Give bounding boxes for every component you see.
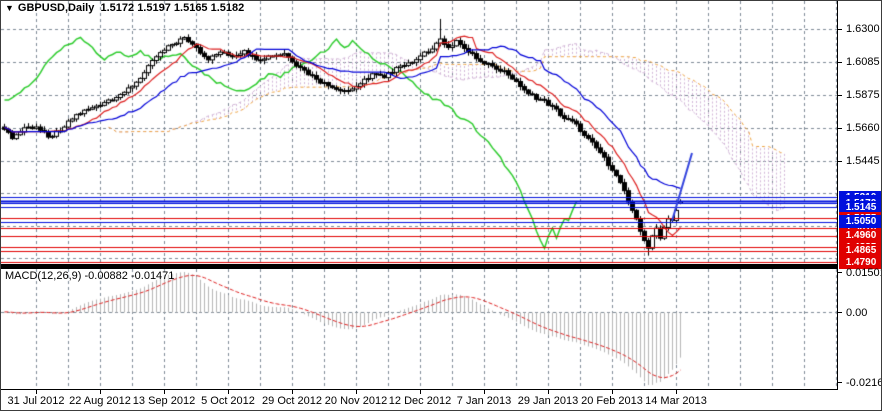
date-axis-tickmark xyxy=(292,390,293,394)
macd-main-value: -0.00882 xyxy=(84,270,127,282)
date-axis-tickmark xyxy=(484,390,485,394)
low-value: 1.5165 xyxy=(174,2,208,14)
chart-window: ▼ GBPUSD,Daily 1.5172 1.5197 1.5165 1.518… xyxy=(0,0,882,411)
symbol-name: GBPUSD,Daily xyxy=(18,2,94,14)
date-label: 29 Oct 2012 xyxy=(262,395,322,407)
open-value: 1.5172 xyxy=(100,2,134,14)
macd-signal-value: -0.01471 xyxy=(131,270,174,282)
price-level-badge: 1.5050 xyxy=(839,215,882,228)
high-value: 1.5197 xyxy=(137,2,171,14)
macd-axis-tickmark xyxy=(838,382,842,383)
macd-axis-tickmark xyxy=(838,312,842,313)
price-tick-label: 1.5445 xyxy=(846,155,880,167)
panel-splitter[interactable] xyxy=(1,264,837,269)
date-axis-tickmark xyxy=(676,390,677,394)
date-axis[interactable]: 31 Jul 2012 22 Aug 201213 Sep 2012 5 Oct 2… xyxy=(1,389,837,411)
macd-indicator-canvas[interactable] xyxy=(1,269,837,389)
price-tick-label: 1.5660 xyxy=(846,122,880,134)
price-axis-tickmark xyxy=(838,161,842,162)
date-label: 20 Feb 2013 xyxy=(581,395,643,407)
macd-label: MACD(12,26,9) -0.00882 -0.01471 xyxy=(5,270,174,282)
date-label: 31 Jul 2012 xyxy=(8,395,65,407)
price-axis-tickmark xyxy=(838,62,842,63)
date-axis-tickmark xyxy=(228,390,229,394)
macd-tick-label: 0.01501 xyxy=(846,267,882,279)
chart-title: ▼ GBPUSD,Daily 1.5172 1.5197 1.5165 1.518… xyxy=(5,2,244,14)
date-axis-tickmark xyxy=(164,390,165,394)
date-label: 5 Oct 2012 xyxy=(201,395,255,407)
date-label: 14 Mar 2013 xyxy=(645,395,707,407)
price-axis-tickmark xyxy=(838,95,842,96)
close-value: 1.5182 xyxy=(211,2,245,14)
macd-name: MACD(12,26,9) xyxy=(5,270,81,282)
price-tick-label: 1.6085 xyxy=(846,56,880,68)
date-label: 22 Aug 2012 xyxy=(69,395,131,407)
date-axis-tickmark xyxy=(100,390,101,394)
date-axis-tickmark xyxy=(420,390,421,394)
price-axis[interactable]: 1.63001.60851.58751.56601.54451.52101.51… xyxy=(837,1,882,390)
date-axis-tickmark xyxy=(612,390,613,394)
date-label: 7 Jan 2013 xyxy=(457,395,511,407)
date-label: 13 Sep 2012 xyxy=(133,395,195,407)
date-label: 12 Dec 2012 xyxy=(389,395,451,407)
price-axis-tickmark xyxy=(838,29,842,30)
price-tick-label: 1.5875 xyxy=(846,89,880,101)
macd-tick-label: -0.02166 xyxy=(846,377,882,389)
price-axis-tickmark xyxy=(838,128,842,129)
macd-axis-tickmark xyxy=(838,272,842,273)
date-axis-tickmark xyxy=(548,390,549,394)
date-axis-tickmark xyxy=(356,390,357,394)
date-axis-tickmark xyxy=(36,390,37,394)
date-label: 29 Jan 2013 xyxy=(518,395,579,407)
price-chart-canvas[interactable] xyxy=(1,1,837,264)
date-label: 20 Nov 2012 xyxy=(325,395,387,407)
macd-tick-label: 0.00 xyxy=(846,307,867,319)
symbol-dropdown-arrow-icon[interactable]: ▼ xyxy=(5,3,14,13)
price-tick-label: 1.6300 xyxy=(846,23,880,35)
